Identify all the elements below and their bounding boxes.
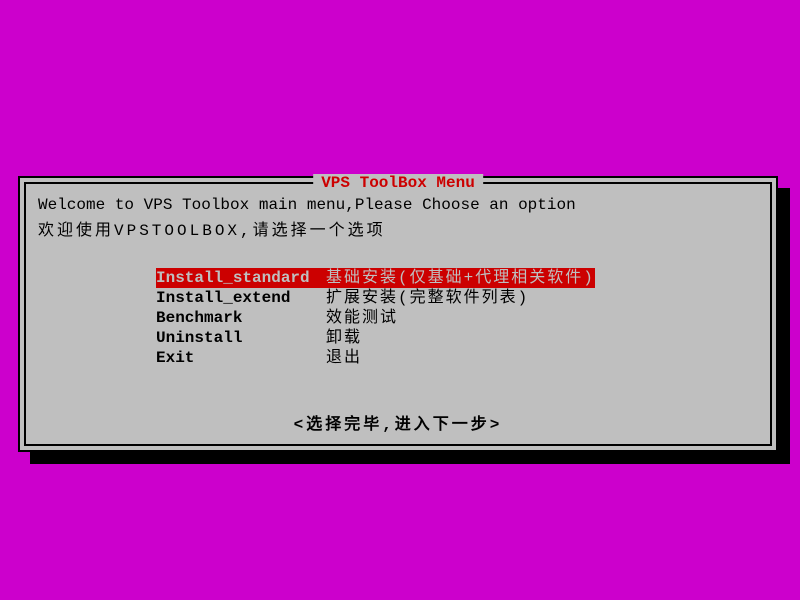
menu-item-desc: 退出 xyxy=(326,348,362,368)
menu-item-label: Exit xyxy=(156,348,326,368)
menu-item-exit[interactable]: Exit退出 xyxy=(156,348,362,368)
menu-item-install-standard[interactable]: Install_standard基础安装(仅基础+代理相关软件) xyxy=(156,268,595,288)
dialog-box: VPS ToolBox Menu Welcome to VPS Toolbox … xyxy=(18,176,778,452)
menu-item-benchmark[interactable]: Benchmark效能测试 xyxy=(156,308,398,328)
menu-item-desc: 卸载 xyxy=(326,328,362,348)
dialog-title: VPS ToolBox Menu xyxy=(313,174,483,192)
menu-item-label: Install_standard xyxy=(156,268,326,288)
next-step-prompt[interactable]: <选择完毕,进入下一步> xyxy=(38,410,758,434)
menu-item-label: Benchmark xyxy=(156,308,326,328)
menu-list: Install_standard基础安装(仅基础+代理相关软件) Install… xyxy=(156,268,758,368)
welcome-text-cn: 欢迎使用VPSTOOLBOX,请选择一个选项 xyxy=(38,216,758,240)
welcome-text-en: Welcome to VPS Toolbox main menu,Please … xyxy=(38,196,758,214)
dialog-content: Welcome to VPS Toolbox main menu,Please … xyxy=(26,184,770,446)
dialog-inner: VPS ToolBox Menu Welcome to VPS Toolbox … xyxy=(24,182,772,446)
menu-item-uninstall[interactable]: Uninstall卸载 xyxy=(156,328,362,348)
menu-item-desc: 基础安装(仅基础+代理相关软件) xyxy=(326,268,595,288)
menu-item-label: Install_extend xyxy=(156,288,326,308)
menu-item-desc: 效能测试 xyxy=(326,308,398,328)
menu-item-install-extend[interactable]: Install_extend扩展安装(完整软件列表) xyxy=(156,288,529,308)
menu-item-desc: 扩展安装(完整软件列表) xyxy=(326,288,529,308)
menu-item-label: Uninstall xyxy=(156,328,326,348)
